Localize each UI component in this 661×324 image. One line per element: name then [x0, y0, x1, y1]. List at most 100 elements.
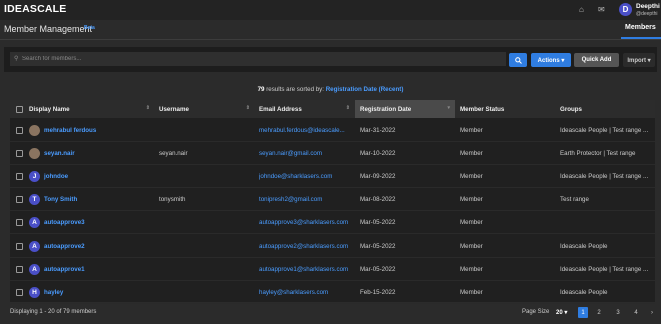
username-cell — [159, 281, 255, 304]
row-checkbox[interactable] — [16, 173, 23, 181]
groups-cell: Test range — [560, 196, 589, 204]
member-name-link[interactable]: autoapprove2 — [44, 243, 85, 250]
sort-icon: ⇕ — [145, 105, 150, 111]
table-row[interactable]: Aautoapprove1 autoapprove1@sharklasers.co… — [10, 258, 655, 281]
groups-cell: Ideascale People | Test range ... — [560, 127, 649, 134]
row-checkbox[interactable] — [16, 219, 23, 227]
row-checkbox[interactable] — [16, 265, 23, 273]
page-size-select[interactable]: 20 ▾ — [556, 309, 567, 316]
user-name[interactable]: Deepthi — [636, 3, 660, 10]
email-link[interactable]: autoapprove2@sharklasers.com — [259, 235, 355, 258]
email-link[interactable]: seyan.nair@gmail.com — [259, 142, 355, 165]
mail-icon[interactable]: ✉ — [598, 5, 605, 14]
display-name-cell: Jjohndoe — [29, 165, 155, 188]
groups-cell — [560, 211, 653, 234]
select-all-checkbox[interactable] — [16, 105, 23, 113]
row-select-cell — [16, 188, 26, 211]
user-handle: @deepthi — [636, 11, 658, 17]
members-table: Display Name ⇕ Username ⇕ Email Address ⇕ R… — [10, 100, 655, 304]
avatar: A — [29, 240, 40, 252]
table-row[interactable]: mehrabul ferdous mehrabul.ferdous@ideasca… — [10, 119, 655, 142]
col-display-name[interactable]: Display Name ⇕ — [29, 100, 155, 118]
col-username-label: Username — [159, 105, 189, 113]
pagination-info: Displaying 1 - 20 of 79 members — [10, 309, 97, 315]
avatar: T — [29, 194, 40, 206]
registration-date-cell: Mar-09-2022 — [360, 173, 396, 181]
email-link[interactable]: autoapprove3@sharklasers.com — [259, 211, 355, 234]
row-checkbox[interactable] — [16, 242, 23, 250]
table-row[interactable]: Hhayley hayley@sharklasers.com Feb-15-2022… — [10, 281, 655, 304]
row-checkbox[interactable] — [16, 150, 23, 158]
table-row[interactable]: seyan.nair seyan.nair seyan.nair@gmail.com… — [10, 142, 655, 166]
member-name-link[interactable]: johndoe — [44, 173, 68, 180]
avatar: H — [29, 286, 40, 298]
email-link[interactable]: hayley@sharklasers.com — [259, 281, 355, 304]
col-registration-date[interactable]: Registration Date ▾ — [355, 100, 455, 118]
member-name-link[interactable]: Tony Smith — [44, 196, 77, 203]
username-cell — [159, 211, 255, 234]
search-input[interactable] — [10, 52, 506, 66]
tab-members[interactable]: Members — [625, 24, 656, 31]
ideascale-logo[interactable]: IDEASCALE — [4, 3, 66, 15]
email-link[interactable]: tonipresh2@gmail.com — [259, 188, 355, 211]
row-checkbox[interactable] — [16, 127, 23, 134]
avatar — [29, 148, 40, 160]
search-button[interactable] — [509, 53, 527, 67]
groups-cell: Earth Protector | Test range — [560, 150, 636, 158]
row-select-cell — [16, 281, 26, 304]
page-2-button[interactable]: 2 — [594, 307, 604, 318]
header-divider — [0, 39, 661, 40]
avatar: A — [29, 263, 40, 275]
import-button[interactable]: Import ▾ — [623, 53, 655, 67]
col-email-label: Email Address — [259, 105, 302, 113]
page-1-button[interactable]: 1 — [578, 307, 588, 318]
member-name-link[interactable]: hayley — [44, 289, 63, 296]
next-page-icon[interactable]: › — [647, 307, 657, 318]
col-username[interactable]: Username ⇕ — [159, 100, 255, 118]
row-select-cell — [16, 235, 26, 258]
username-cell: tonysmith — [159, 196, 186, 204]
member-name-link[interactable]: autoapprove3 — [44, 219, 85, 226]
table-row[interactable]: Aautoapprove2 autoapprove2@sharklasers.co… — [10, 235, 655, 258]
row-checkbox[interactable] — [16, 288, 23, 296]
top-bar: IDEASCALE ⌂ ✉ D Deepthi @deepthi — [0, 0, 661, 20]
col-display-name-label: Display Name — [29, 105, 70, 113]
quick-add-button[interactable]: Quick Add — [574, 53, 619, 67]
member-name-link[interactable]: seyan.nair — [44, 150, 75, 157]
toolbar: ⚲ Actions ▾ Quick Add Import ▾ — [4, 47, 657, 72]
email-link[interactable]: johndoe@sharklasers.com — [259, 165, 355, 188]
table-row[interactable]: T Tony Smith tonysmith tonipresh2@gmail.com… — [10, 188, 655, 212]
page-title: Member Management — [4, 24, 93, 34]
col-email[interactable]: Email Address ⇕ — [259, 100, 355, 118]
search-icon — [514, 56, 522, 64]
display-name-cell: Hhayley — [29, 281, 155, 304]
home-icon[interactable]: ⌂ — [579, 5, 584, 14]
table-row[interactable]: Aautoapprove3 autoapprove3@sharklasers.co… — [10, 211, 655, 235]
actions-button[interactable]: Actions ▾ — [531, 53, 571, 67]
email-link[interactable]: mehrabul.ferdous@ideascale... — [259, 119, 355, 142]
groups-cell: Ideascale People | Test range ... — [560, 173, 649, 181]
member-name-link[interactable]: autoapprove1 — [44, 266, 85, 273]
page-3-button[interactable]: 3 — [613, 307, 623, 318]
col-groups[interactable]: Groups — [560, 100, 655, 118]
groups-cell: Ideascale People | Test range ... — [560, 265, 649, 273]
select-all-cell — [16, 100, 26, 118]
row-checkbox[interactable] — [16, 196, 23, 204]
registration-date-cell: Mar-08-2022 — [360, 196, 396, 204]
member-name-link[interactable]: mehrabul ferdous — [44, 127, 96, 134]
col-groups-label: Groups — [560, 105, 583, 113]
groups-cell: Ideascale People — [560, 242, 608, 250]
member-status-cell: Member — [460, 127, 483, 134]
user-avatar[interactable]: D — [619, 3, 632, 16]
registration-date-cell: Feb-15-2022 — [360, 288, 396, 296]
registration-date-cell: Mar-31-2022 — [360, 127, 396, 134]
row-select-cell — [16, 119, 26, 142]
col-member-status[interactable]: Member Status — [460, 100, 556, 118]
email-link[interactable]: autoapprove1@sharklasers.com — [259, 258, 355, 281]
display-name-cell: seyan.nair — [29, 142, 155, 165]
sort-link[interactable]: Registration Date (Recent) — [326, 86, 404, 93]
registration-date-cell: Mar-10-2022 — [360, 150, 396, 158]
table-row[interactable]: Jjohndoe johndoe@sharklasers.com Mar-09-20… — [10, 165, 655, 189]
avatar — [29, 125, 40, 136]
page-4-button[interactable]: 4 — [631, 307, 641, 318]
